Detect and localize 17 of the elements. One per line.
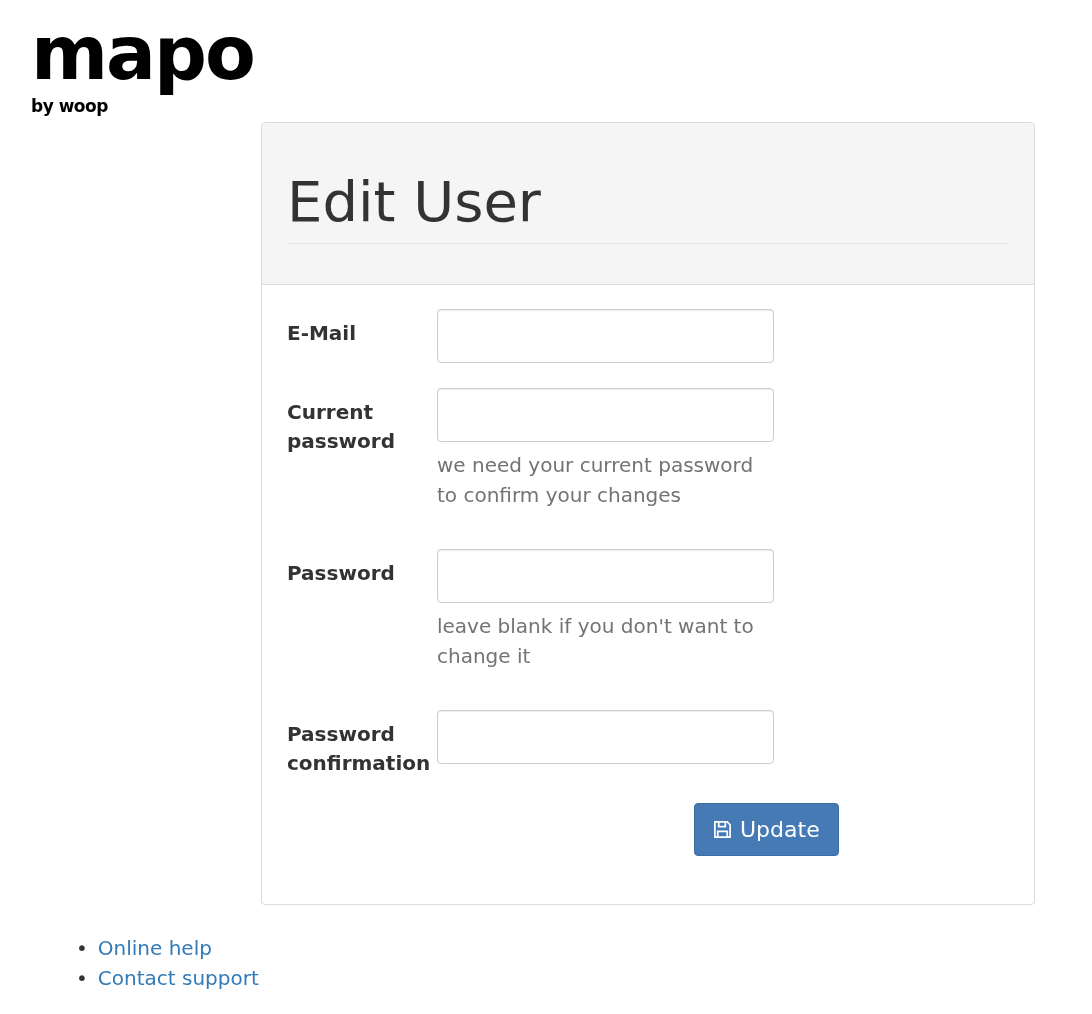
help-text: leave blank if you don't want to change it	[437, 613, 755, 670]
field-label: Current password	[287, 399, 397, 455]
input-field[interactable]	[437, 549, 774, 603]
input-field[interactable]	[437, 388, 774, 442]
page-title: Edit User	[287, 167, 1009, 244]
field-label: Password	[287, 560, 396, 587]
help-text: we need your current password to confirm your changes	[437, 452, 755, 509]
footer-link[interactable]: Online help	[97, 933, 212, 963]
field-label: E-Mail	[287, 320, 358, 347]
logo-tagline: by woop	[31, 96, 108, 116]
bullet-mark: •	[76, 965, 88, 992]
field-label: Password confirmation	[287, 721, 432, 777]
input-field[interactable]	[437, 309, 774, 363]
update-button[interactable]: Update	[694, 803, 839, 856]
bullet-mark: •	[76, 935, 88, 962]
footer-link[interactable]: Contact support	[97, 963, 259, 993]
input-field[interactable]	[437, 710, 774, 764]
